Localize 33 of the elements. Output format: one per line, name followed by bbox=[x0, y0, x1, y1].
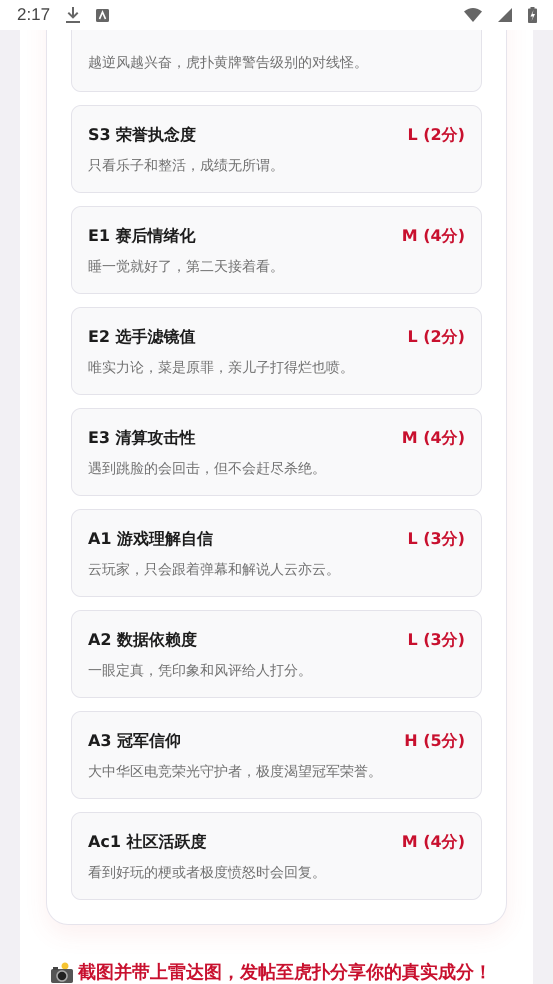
signal-icon bbox=[498, 8, 512, 22]
keyboard-icon bbox=[96, 8, 110, 22]
download-icon bbox=[66, 7, 80, 23]
trait-title: A1 游戏理解自信 bbox=[88, 528, 214, 550]
trait-description: 只看乐子和整活，成绩无所谓。 bbox=[88, 157, 285, 176]
trait-score: M (4分) bbox=[402, 225, 465, 247]
trait-title: E1 赛后情绪化 bbox=[88, 225, 196, 247]
trait-description: 云玩家，只会跟着弹幕和解说人云亦云。 bbox=[88, 561, 341, 580]
trait-title: E3 清算攻击性 bbox=[88, 427, 196, 449]
trait-description: 大中华区电竞荣光守护者，极度渴望冠军荣誉。 bbox=[88, 763, 383, 782]
trait-score: L (3分) bbox=[407, 528, 465, 550]
trait-description: 唯实力论，菜是原罪，亲儿子打得烂也喷。 bbox=[88, 359, 355, 378]
trait-score: L (3分) bbox=[407, 629, 465, 651]
trait-score: M (4分) bbox=[402, 427, 465, 449]
wifi-icon bbox=[464, 8, 482, 22]
trait-title: S3 荣誉执念度 bbox=[88, 124, 196, 146]
trait-title: Ac1 社区活跃度 bbox=[88, 831, 207, 853]
battery-icon bbox=[528, 7, 537, 23]
trait-description: 睡一觉就好了，第二天接着看。 bbox=[88, 258, 285, 277]
status-time: 2:17 bbox=[17, 4, 50, 26]
share-prompt: 截图并带上雷达图，发帖至虎扑分享你的真实成分！ bbox=[78, 961, 492, 984]
trait-title: A2 数据依赖度 bbox=[88, 629, 198, 651]
camera-icon bbox=[50, 962, 74, 984]
trait-description: 越逆风越兴奋，虎扑黄牌警告级别的对线怪。 bbox=[88, 54, 369, 73]
trait-score: L (2分) bbox=[407, 326, 465, 348]
trait-score: H (5分) bbox=[404, 730, 465, 752]
trait-description: 一眼定真，凭印象和风评给人打分。 bbox=[88, 662, 313, 681]
trait-title: E2 选手滤镜值 bbox=[88, 326, 196, 348]
trait-description: 看到好玩的梗或者极度愤怒时会回复。 bbox=[88, 864, 327, 883]
trait-description: 遇到跳脸的会回击，但不会赶尽杀绝。 bbox=[88, 460, 327, 479]
trait-score: M (4分) bbox=[402, 831, 465, 853]
trait-title: A3 冠军信仰 bbox=[88, 730, 182, 752]
trait-score: L (2分) bbox=[407, 124, 465, 146]
